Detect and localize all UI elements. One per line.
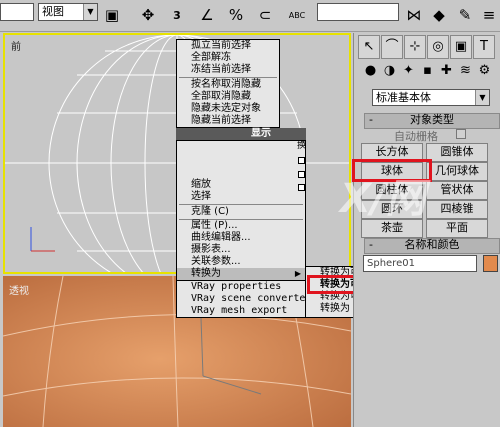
name-color-title: 名称和颜色 — [404, 238, 460, 251]
hierarchy-tab-icon[interactable]: ⊹ — [404, 35, 426, 59]
angle-snap-icon[interactable]: ∠ — [196, 4, 218, 26]
menu-item-unfreeze-all[interactable]: 全部解冻 — [177, 52, 279, 64]
menu-item-curve-editor[interactable]: 曲线编辑器... — [177, 232, 305, 244]
chevron-down-icon[interactable]: ▼ — [83, 4, 97, 20]
menu-item-isolate[interactable]: 孤立当前选择 — [177, 40, 279, 52]
menu-item-clone[interactable]: 克隆 (C) — [177, 206, 305, 218]
cone-button[interactable]: 圆锥体 — [426, 143, 488, 162]
display-tab-icon[interactable]: ▣ — [450, 35, 472, 59]
menu-item-select[interactable]: 选择 — [177, 191, 305, 203]
convert-to-label: 转换为 — [191, 268, 221, 279]
mirror-icon[interactable]: ⋈ — [403, 4, 425, 26]
menu-separator — [179, 204, 303, 205]
chevron-down-icon[interactable]: ▼ — [475, 90, 489, 105]
autogrid-checkbox[interactable] — [456, 129, 466, 139]
pivot-center-icon[interactable]: ▣ — [101, 4, 123, 26]
quad-menu-transform: 换 缩放 选择 克隆 (C) 属性 (P)... 曲线编辑器... 摄影表...… — [176, 140, 306, 280]
menu-item-convert-to[interactable]: 转换为 ▶ — [177, 268, 305, 280]
named-selection-icon[interactable]: ABC — [286, 4, 308, 26]
viewport-label-perspective[interactable]: 透视 — [9, 282, 29, 297]
menu-separator — [179, 77, 277, 78]
menu-item-freeze-selection[interactable]: 冻结当前选择 — [177, 64, 279, 76]
cameras-icon[interactable]: ▪ — [419, 61, 436, 81]
menu-item-unhide-by-name[interactable]: 按名称取消隐藏 — [177, 79, 279, 91]
menu-item-properties[interactable]: 属性 (P)... — [177, 220, 305, 232]
layer-icon[interactable]: ≡ — [478, 4, 500, 26]
create-tab-icon[interactable]: ↖ — [358, 35, 380, 59]
reference-coordinate-select[interactable]: 视图 ▼ — [38, 3, 98, 21]
eraser-icon[interactable]: ✎ — [454, 4, 476, 26]
lights-icon[interactable]: ✦ — [400, 61, 417, 81]
quad-menu-display: 孤立当前选择 全部解冻 冻结当前选择 按名称取消隐藏 全部取消隐藏 隐藏未选定对… — [176, 39, 280, 128]
object-type-title: 对象类型 — [410, 113, 454, 126]
checkbox-icon[interactable] — [298, 157, 305, 164]
tube-button[interactable]: 管状体 — [426, 181, 488, 200]
quad-menu-header-display: 显示 — [176, 128, 306, 140]
primitive-type-value: 标准基本体 — [376, 91, 431, 104]
menu-item-scale[interactable]: 缩放 — [177, 179, 305, 191]
menu-item-vray-mesh-export[interactable]: VRay mesh export — [177, 305, 305, 317]
primitive-type-select[interactable]: 标准基本体 ▼ — [372, 89, 490, 106]
menu-item-unhide-all[interactable]: 全部取消隐藏 — [177, 91, 279, 103]
menu-item-wire-params[interactable]: 关联参数... — [177, 256, 305, 268]
object-type-rollout-header[interactable]: - 对象类型 — [364, 113, 500, 129]
minus-icon: - — [369, 113, 373, 126]
spacewarps-icon[interactable]: ≋ — [457, 61, 474, 81]
systems-icon[interactable]: ⚙ — [476, 61, 493, 81]
submenu-arrow-icon: ▶ — [294, 269, 301, 278]
pyramid-button[interactable]: 四棱锥 — [426, 200, 488, 219]
plane-button[interactable]: 平面 — [426, 219, 488, 238]
selection-filter-combo[interactable] — [0, 3, 34, 21]
menu-item-hide-selection[interactable]: 隐藏当前选择 — [177, 115, 279, 127]
geosphere-button[interactable]: 几何球体 — [426, 162, 488, 181]
move-icon[interactable]: ✥ — [137, 4, 159, 26]
minus-icon: - — [369, 238, 373, 251]
helpers-icon[interactable]: ✚ — [438, 61, 455, 81]
motion-tab-icon[interactable]: ◎ — [427, 35, 449, 59]
align-icon[interactable]: ◆ — [428, 4, 450, 26]
shapes-icon[interactable]: ◑ — [381, 61, 398, 81]
autogrid-label: 自动栅格 — [394, 130, 438, 143]
named-selection-field[interactable] — [317, 3, 399, 21]
utilities-tab-icon[interactable]: T — [473, 35, 495, 59]
object-color-swatch[interactable] — [483, 255, 498, 272]
menu-item-vray-scene-converter[interactable]: VRay scene converter — [177, 293, 311, 305]
menu-item-dope-sheet[interactable]: 摄影表... — [177, 244, 305, 256]
named-selection-label: ABC — [288, 10, 306, 20]
spinner-snap-icon[interactable]: ⊂ — [254, 4, 276, 26]
command-panel: ↖ ⌒ ⊹ ◎ ▣ T ● ◑ ✦ ▪ ✚ ≋ ⚙ 标准基本体 ▼ - 对象类型… — [353, 33, 500, 427]
snap-label: 3 — [173, 8, 181, 22]
watermark: X/网 — [340, 176, 426, 222]
menu-header-label: 显示 — [251, 128, 271, 139]
modify-tab-icon[interactable]: ⌒ — [381, 35, 403, 59]
quad-menu-vray: VRay properties VRay scene converter VRa… — [176, 280, 311, 318]
menu-item-vray-properties[interactable]: VRay properties — [177, 281, 305, 293]
object-name-field[interactable]: Sphere01 — [363, 255, 477, 272]
view-select-value: 视图 — [42, 5, 64, 18]
angle-snap-label: ∠ — [200, 6, 214, 24]
percent-snap-label: % — [228, 6, 244, 24]
checkbox-icon[interactable] — [298, 171, 305, 178]
snap-toggle-icon[interactable]: 3 — [166, 4, 188, 26]
main-toolbar: 视图 ▼ ▣ ✥ 3 ∠ % ⊂ ABC ⋈ ◆ ✎ ≡ — [0, 0, 500, 32]
geometry-icon[interactable]: ● — [362, 61, 379, 81]
menu-item-hide-unselected[interactable]: 隐藏未选定对象 — [177, 103, 279, 115]
name-color-rollout-header[interactable]: - 名称和颜色 — [364, 238, 500, 254]
percent-snap-icon[interactable]: % — [225, 4, 247, 26]
transform-label: 换 — [297, 141, 307, 151]
